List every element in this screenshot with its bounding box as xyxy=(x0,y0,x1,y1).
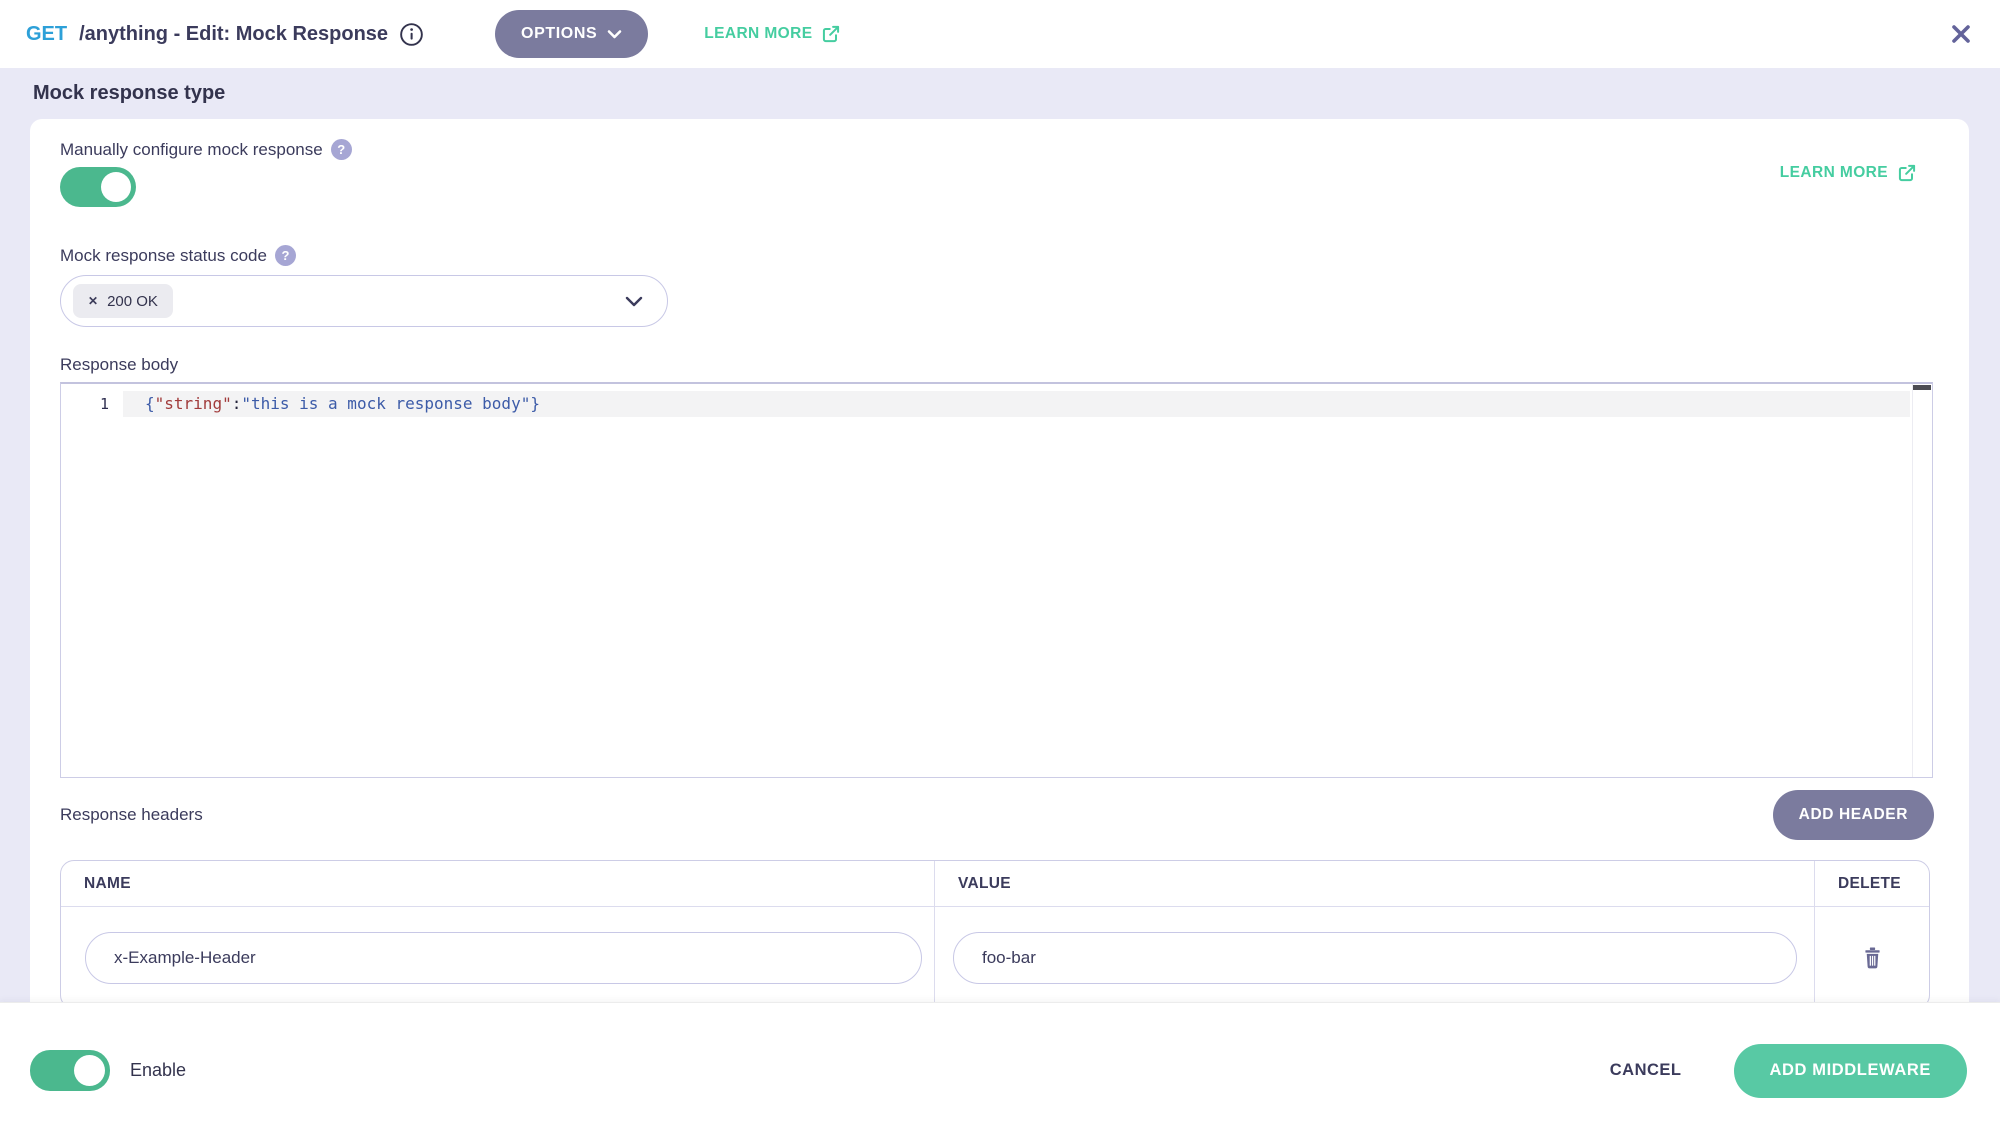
card-learn-more-label: LEARN MORE xyxy=(1780,164,1888,182)
response-headers-label: Response headers xyxy=(60,805,203,825)
table-row xyxy=(61,907,1929,1008)
editor-scrollbar-track xyxy=(1912,384,1913,777)
manual-configure-label: Manually configure mock response ? xyxy=(60,139,1934,160)
http-method-badge: GET xyxy=(26,23,67,46)
page-title: /anything - Edit: Mock Response xyxy=(79,23,388,46)
delete-header-button[interactable] xyxy=(1861,946,1884,970)
options-button[interactable]: OPTIONS xyxy=(495,10,648,58)
card-learn-more-link[interactable]: LEARN MORE xyxy=(1780,163,1917,183)
response-headers-toolbar: Response headers ADD HEADER xyxy=(60,790,1934,840)
options-button-label: OPTIONS xyxy=(521,25,597,43)
manual-configure-toggle[interactable] xyxy=(60,167,136,207)
modal-footer: Enable CANCEL ADD MIDDLEWARE xyxy=(0,1002,2000,1138)
add-header-button[interactable]: ADD HEADER xyxy=(1773,790,1934,840)
table-header-row: NAME VALUE DELETE xyxy=(61,861,1929,907)
response-body-label: Response body xyxy=(60,355,1934,375)
enable-toggle[interactable] xyxy=(30,1050,110,1091)
cancel-button[interactable]: CANCEL xyxy=(1610,1061,1682,1080)
line-number: 1 xyxy=(61,395,123,413)
header-name-input[interactable] xyxy=(85,932,922,984)
learn-more-label: LEARN MORE xyxy=(704,25,812,43)
modal-header: GET /anything - Edit: Mock Response OPTI… xyxy=(0,0,2000,68)
close-icon[interactable] xyxy=(1950,22,1974,46)
chevron-down-icon xyxy=(607,29,622,39)
enable-label: Enable xyxy=(130,1060,186,1081)
add-middleware-button[interactable]: ADD MIDDLEWARE xyxy=(1734,1044,1967,1098)
toggle-knob xyxy=(101,172,131,202)
section-heading: Mock response type xyxy=(33,82,2000,105)
status-code-select[interactable]: ✕ 200 OK xyxy=(60,275,668,327)
code-content[interactable]: {"string":"this is a mock response body"… xyxy=(123,391,1910,417)
chip-remove-icon[interactable]: ✕ xyxy=(88,294,98,308)
status-code-chip-label: 200 OK xyxy=(107,293,158,310)
external-link-icon xyxy=(1897,163,1917,183)
column-header-value: VALUE xyxy=(958,875,1011,893)
header-value-input[interactable] xyxy=(953,932,1797,984)
external-link-icon xyxy=(821,24,841,44)
chevron-down-icon xyxy=(625,296,643,307)
info-icon[interactable] xyxy=(398,21,425,48)
status-code-label: Mock response status code ? xyxy=(60,245,1934,266)
toggle-knob xyxy=(74,1055,105,1086)
status-code-chip: ✕ 200 OK xyxy=(73,284,173,318)
response-body-editor[interactable]: 1 {"string":"this is a mock response bod… xyxy=(60,382,1933,778)
column-header-delete: DELETE xyxy=(1838,875,1901,893)
mock-response-card: LEARN MORE Manually configure mock respo… xyxy=(30,119,1969,1019)
help-icon[interactable]: ? xyxy=(275,245,296,266)
code-line: 1 {"string":"this is a mock response bod… xyxy=(61,391,1932,417)
trash-icon xyxy=(1861,946,1884,970)
column-header-name: NAME xyxy=(84,875,131,893)
learn-more-link[interactable]: LEARN MORE xyxy=(704,24,841,44)
response-headers-table: NAME VALUE DELETE xyxy=(60,860,1930,1009)
help-icon[interactable]: ? xyxy=(331,139,352,160)
editor-scrollbar-thumb[interactable] xyxy=(1913,385,1931,390)
modal-body: Mock response type LEARN MORE Manually c… xyxy=(0,68,2000,1002)
